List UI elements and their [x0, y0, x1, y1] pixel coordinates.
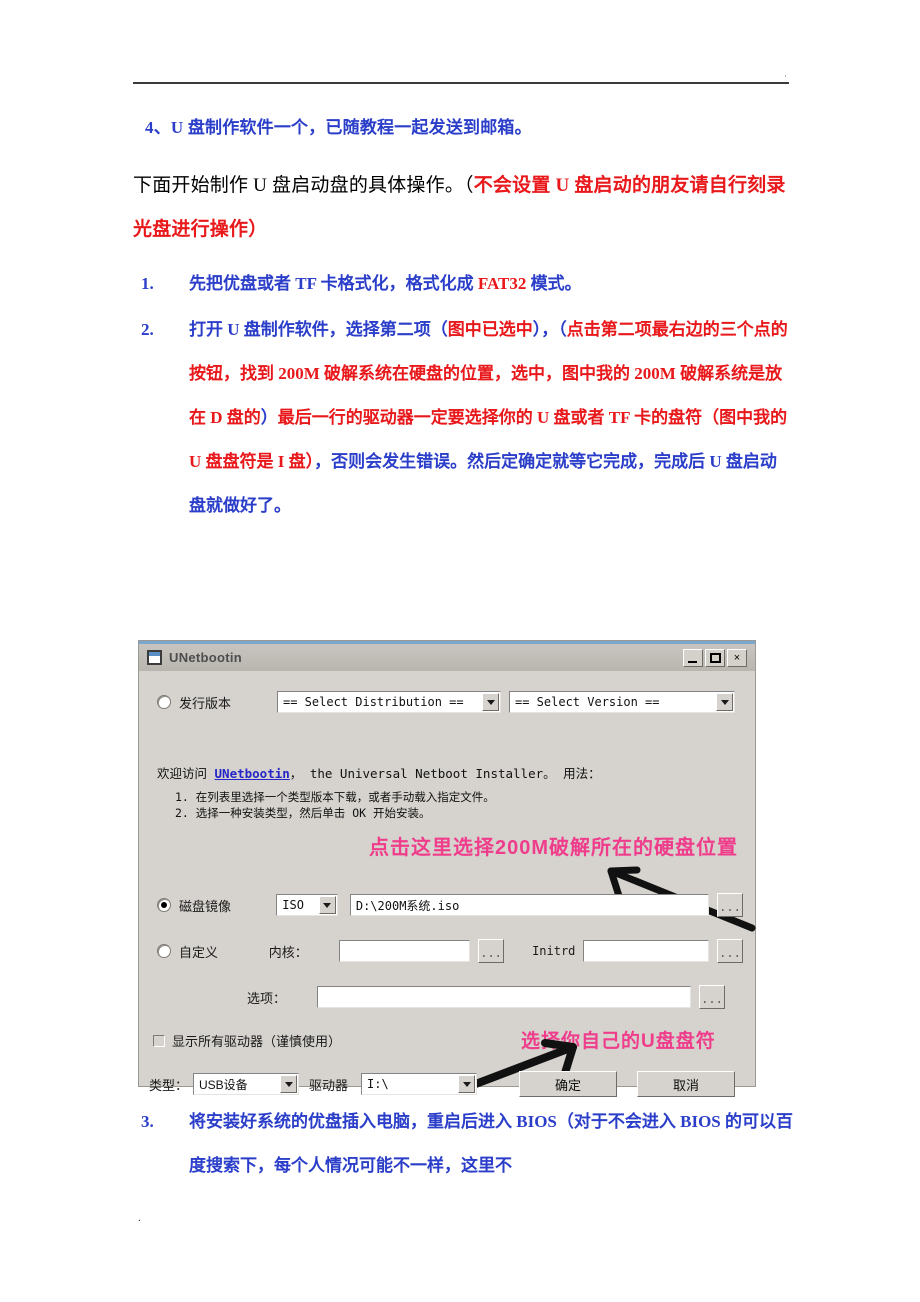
label-drive: 驱动器 [309, 1077, 349, 1093]
select-drive-value: I:\ [367, 1077, 389, 1091]
steps-list: 1. 先把优盘或者 TF 卡格式化，格式化成 FAT32 模式。 2. 打开 U… [133, 262, 793, 528]
annotation-hdd-location: 点击这里选择200M破解所在的硬盘位置 [369, 837, 739, 859]
cancel-button[interactable]: 取消 [637, 1071, 735, 1097]
welcome-prefix: 欢迎访问 [157, 766, 215, 781]
checkbox-show-all-drives[interactable] [153, 1034, 165, 1047]
window-controls[interactable]: × [683, 648, 747, 667]
window-title: UNetbootin [169, 650, 243, 665]
text-run: ） [260, 408, 278, 427]
list-item: 1. 先把优盘或者 TF 卡格式化，格式化成 FAT32 模式。 [133, 262, 793, 306]
chevron-down-icon[interactable] [280, 1075, 297, 1093]
ok-button[interactable]: 确定 [519, 1071, 617, 1097]
label-options: 选项： [247, 990, 287, 1006]
paragraph-item-4: 4、U 盘制作软件一个，已随教程一起发送到邮箱。 [145, 118, 532, 137]
welcome-suffix: ， the Universal Netboot Installer。 用法： [289, 766, 601, 781]
step-text: 先把优盘或者 TF 卡格式化，格式化成 FAT32 模式。 [189, 274, 582, 293]
image-path-input[interactable]: D:\200M系统.iso [349, 894, 709, 916]
label-initrd: Initrd [532, 944, 576, 958]
header-mark: · [784, 71, 787, 81]
bottom-row: 类型： USB设备 驱动器 I:\ 确定 取消 [149, 1071, 749, 1097]
browse-initrd-button[interactable]: ... [717, 939, 743, 963]
label-distribution: 发行版本 [179, 695, 232, 711]
window-titlebar[interactable]: UNetbootin × [139, 644, 755, 671]
step-number: 1. [141, 274, 154, 293]
select-device-type[interactable]: USB设备 [193, 1073, 299, 1095]
howto-line: 1. 在列表里选择一个类型版本下载，或者手动载入指定文件。 [175, 790, 495, 804]
unetbootin-window[interactable]: UNetbootin × 发行版本 == Select Distribution… [138, 640, 756, 1097]
minimize-icon[interactable] [683, 648, 703, 667]
select-distribution[interactable]: == Select Distribution == [277, 691, 501, 713]
page-header-rule [133, 82, 789, 84]
label-diskimage: 磁盘镜像 [179, 898, 232, 914]
chevron-down-icon[interactable] [318, 896, 336, 914]
document-body: 4、U 盘制作软件一个，已随教程一起发送到邮箱。 下面开始制作 U 盘启动盘的具… [133, 110, 793, 530]
select-drive[interactable]: I:\ [361, 1073, 477, 1095]
footer-mark: . [138, 1212, 141, 1224]
steps-list-continued: 3. 将安装好系统的优盘插入电脑，重启后进入 BIOS（对于不会进入 BIOS … [133, 1100, 793, 1188]
label-show-all-drives: 显示所有驱动器（谨慎使用） [172, 1034, 342, 1049]
unetbootin-link[interactable]: UNetbootin [215, 766, 290, 781]
select-image-type[interactable]: ISO [276, 894, 338, 916]
list-item: 3. 将安装好系统的优盘插入电脑，重启后进入 BIOS（对于不会进入 BIOS … [133, 1100, 793, 1188]
initrd-input[interactable] [583, 940, 709, 962]
close-icon[interactable]: × [727, 648, 747, 667]
custom-row: 自定义 内核： ... Initrd ... [157, 939, 743, 963]
radio-distribution[interactable] [157, 695, 171, 709]
text-run: FAT32 [477, 274, 527, 293]
welcome-line: 欢迎访问 UNetbootin， the Universal Netboot I… [157, 763, 601, 782]
chevron-down-icon[interactable] [716, 693, 733, 711]
select-version-value: == Select Version == [515, 695, 660, 709]
text-run: 模式。 [526, 274, 582, 293]
kernel-input[interactable] [338, 940, 471, 962]
step-number: 2. [141, 320, 154, 339]
options-input[interactable] [317, 986, 691, 1008]
maximize-icon[interactable] [705, 648, 725, 667]
annotation-usb-drive: 选择你自己的U盘盘符 [521, 1031, 716, 1052]
window-client-area: 发行版本 == Select Distribution == == Select… [139, 671, 756, 1097]
distribution-row: 发行版本 == Select Distribution == == Select… [157, 691, 737, 713]
step-number: 3. [141, 1112, 154, 1131]
label-custom: 自定义 [179, 944, 219, 960]
text-run: ），（ [532, 320, 567, 339]
select-distribution-value: == Select Distribution == [283, 695, 464, 709]
select-device-type-value: USB设备 [199, 1077, 248, 1092]
step-3-block: 3. 将安装好系统的优盘插入电脑，重启后进入 BIOS（对于不会进入 BIOS … [133, 1100, 793, 1190]
text-run: 图中已选中 [447, 320, 533, 339]
select-version[interactable]: == Select Version == [509, 691, 735, 713]
radio-custom[interactable] [157, 944, 171, 958]
radio-diskimage[interactable] [157, 898, 171, 912]
browse-options-button[interactable]: ... [699, 985, 725, 1009]
lead-black-text: 下面开始制作 U 盘启动盘的具体操作。（ [133, 175, 474, 196]
label-kernel: 内核： [268, 944, 308, 960]
text-run: 将安装好系统的优盘插入电脑，重启后进入 BIOS（对于不会进入 BIOS 的可以… [189, 1112, 794, 1175]
browse-kernel-button[interactable]: ... [478, 939, 505, 963]
howto-line: 2. 选择一种安装类型，然后单击 OK 开始安装。 [175, 806, 431, 820]
step-text: 打开 U 盘制作软件，选择第二项（图中已选中），（点击第二项最右边的三个点的按钮… [189, 320, 788, 515]
show-all-drives-row[interactable]: 显示所有驱动器（谨慎使用） [153, 1031, 341, 1050]
paragraph-lead: 下面开始制作 U 盘启动盘的具体操作。（不会设置 U 盘启动的朋友请自行刻录光盘… [133, 164, 793, 252]
label-type: 类型： [149, 1077, 189, 1093]
text-run: 打开 U 盘制作软件，选择第二项（ [189, 320, 448, 339]
howto-list: 1. 在列表里选择一个类型版本下载，或者手动载入指定文件。 2. 选择一种安装类… [175, 789, 495, 821]
chevron-down-icon[interactable] [458, 1075, 475, 1093]
select-image-type-value: ISO [282, 898, 304, 912]
text-run: 先把优盘或者 TF 卡格式化，格式化成 [189, 274, 478, 293]
application-icon [147, 650, 162, 665]
step-text: 将安装好系统的优盘插入电脑，重启后进入 BIOS（对于不会进入 BIOS 的可以… [189, 1112, 793, 1175]
list-item: 2. 打开 U 盘制作软件，选择第二项（图中已选中），（点击第二项最右边的三个点… [133, 308, 793, 528]
options-row: 选项： ... [247, 985, 743, 1009]
browse-image-button[interactable]: ... [717, 893, 743, 917]
diskimage-row: 磁盘镜像 ISO D:\200M系统.iso ... [157, 893, 743, 917]
chevron-down-icon[interactable] [482, 693, 499, 711]
